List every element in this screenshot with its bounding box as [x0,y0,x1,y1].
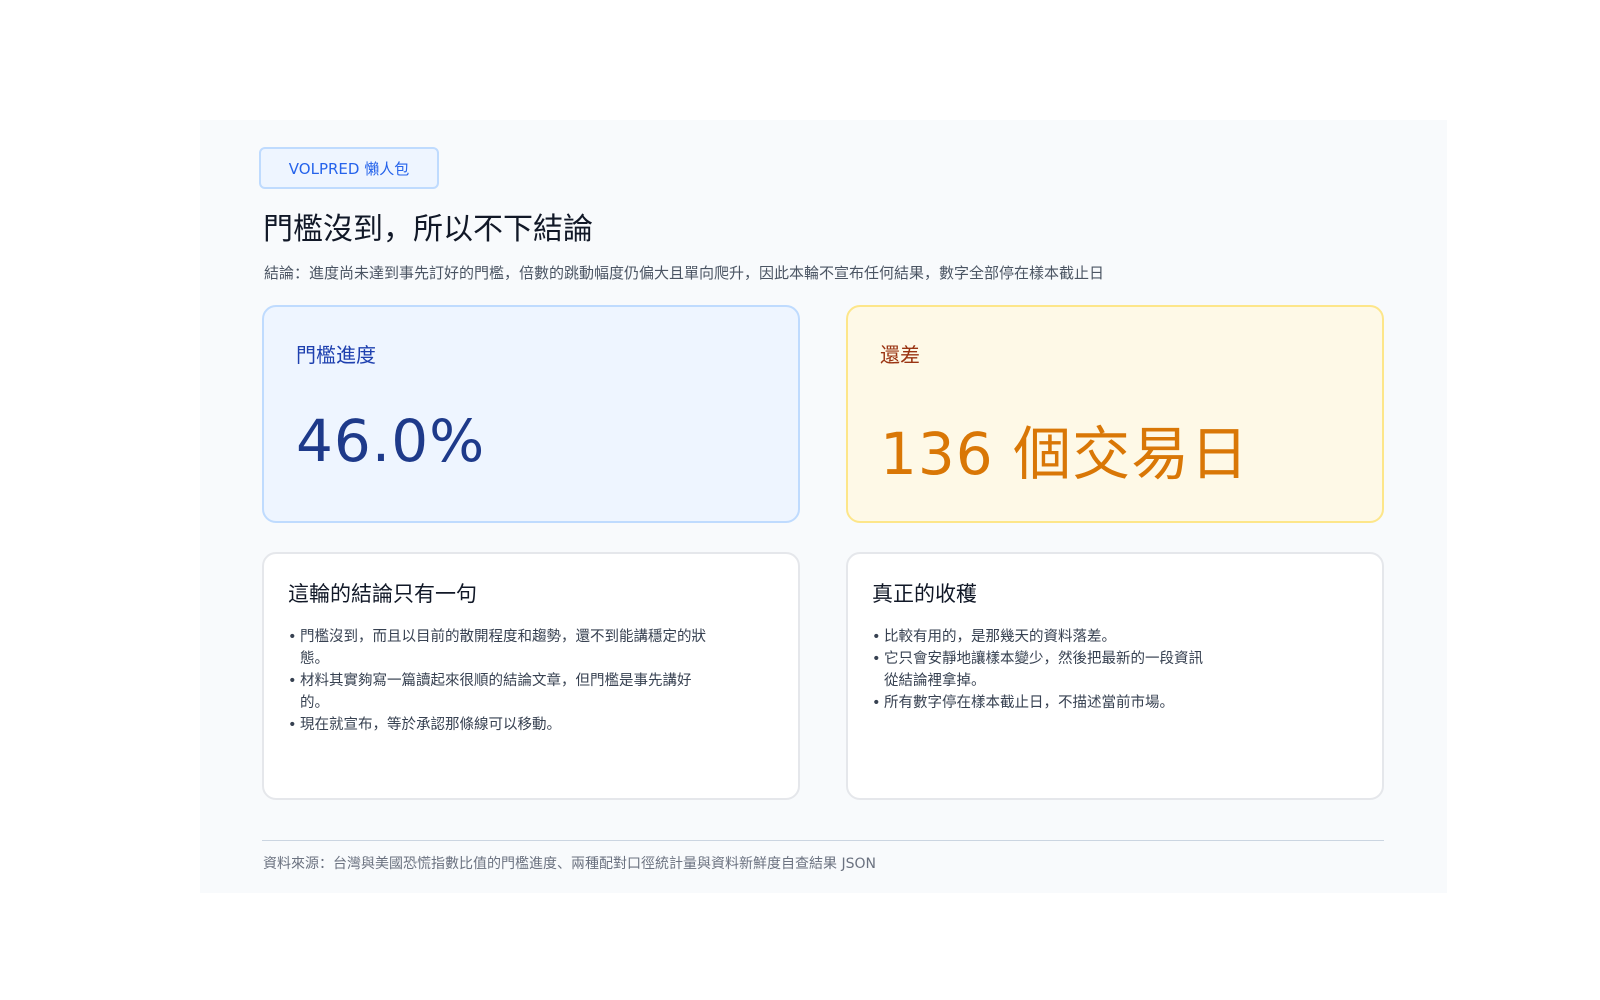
list-item: 比較有用的，是那幾天的資料落差。 [872,626,1212,648]
threshold-progress-card: 門檻進度 46.0% [262,305,800,523]
progress-label: 門檻進度 [296,343,376,367]
list-item: 門檻沒到，而且以目前的散開程度和趨勢，還不到能講穩定的狀態。 [288,626,708,670]
conclusion-note-card: 這輪的結論只有一句 門檻沒到，而且以目前的散開程度和趨勢，還不到能講穩定的狀態。… [262,552,800,800]
real-gain-card: 真正的收穫 比較有用的，是那幾天的資料落差。 它只會安靜地讓樣本變少，然後把最新… [846,552,1384,800]
footer-divider [262,840,1384,841]
gain-list: 比較有用的，是那幾天的資料落差。 它只會安靜地讓樣本變少，然後把最新的一段資訊從… [872,626,1212,714]
list-item: 現在就宣布，等於承認那條線可以移動。 [288,714,708,736]
note-list: 門檻沒到，而且以目前的散開程度和趨勢，還不到能講穩定的狀態。 材料其實夠寫一篇讀… [288,626,708,736]
list-item: 所有數字停在樣本截止日，不描述當前市場。 [872,692,1212,714]
source-footer: 資料來源：台灣與美國恐慌指數比值的門檻進度、兩種配對口徑統計量與資料新鮮度自查結… [263,856,876,872]
progress-value: 46.0% [296,407,486,475]
remaining-days-card: 還差 136 個交易日 [846,305,1384,523]
page-title: 門檻沒到，所以不下結論 [263,212,593,247]
report-canvas: VOLPRED 懶人包 門檻沒到，所以不下結論 結論：進度尚未達到事先訂好的門檻… [200,120,1447,893]
category-badge: VOLPRED 懶人包 [259,147,439,189]
remaining-value: 136 個交易日 [880,420,1250,488]
note-title: 這輪的結論只有一句 [288,582,477,606]
gain-title: 真正的收穫 [872,582,977,606]
list-item: 它只會安靜地讓樣本變少，然後把最新的一段資訊從結論裡拿掉。 [872,648,1212,692]
list-item: 材料其實夠寫一篇讀起來很順的結論文章，但門檻是事先講好的。 [288,670,708,714]
summary-text: 結論：進度尚未達到事先訂好的門檻，倍數的跳動幅度仍偏大且單向爬升，因此本輪不宣布… [264,264,1105,282]
remaining-label: 還差 [880,343,920,367]
